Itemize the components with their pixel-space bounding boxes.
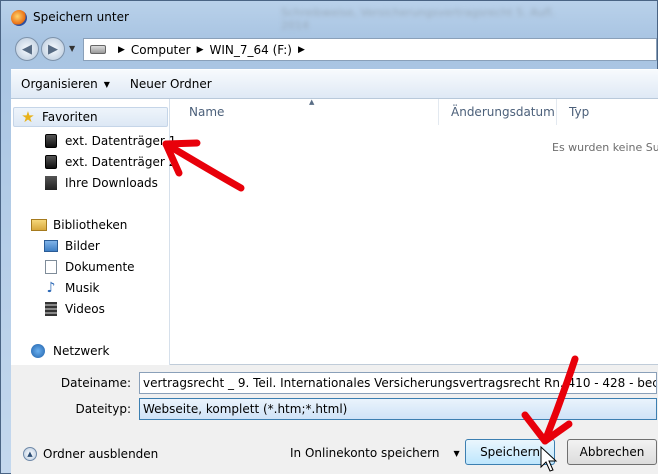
save-as-dialog: Speichern unter Schreibweise, Versicheru… (0, 0, 658, 474)
filetype-label: Dateityp: (75, 402, 131, 416)
nav-libraries-label: Bibliotheken (53, 218, 128, 232)
nav-item-label: Dokumente (65, 260, 135, 274)
organize-label: Organisieren (21, 77, 98, 91)
nav-item-videos[interactable]: Videos (43, 299, 105, 319)
new-folder-label: Neuer Ordner (129, 77, 212, 91)
nav-network[interactable]: Netzwerk (31, 341, 109, 361)
pictures-icon (44, 240, 58, 252)
nav-item-downloads[interactable]: Ihre Downloads (43, 173, 158, 193)
column-header-label: Name (189, 105, 225, 119)
external-drive-icon (45, 134, 57, 148)
save-form: Dateiname: vertragsrecht _ 9. Teil. Inte… (11, 365, 658, 429)
back-button[interactable]: ◀ (15, 37, 39, 61)
network-icon (31, 344, 45, 358)
nav-item-ext-drive-1[interactable]: ext. Datenträger 1 (43, 131, 176, 151)
column-header-date[interactable]: Änderungsdatum (439, 99, 557, 125)
nav-item-label: Bilder (65, 239, 100, 253)
online-save-label: In Onlinekonto speichern (290, 446, 440, 460)
hide-folders-button[interactable]: ▲ Ordner ausblenden (23, 447, 158, 461)
column-header-type[interactable]: Typ (557, 99, 658, 125)
breadcrumb-computer[interactable]: Computer (131, 43, 191, 57)
downloads-icon (45, 176, 57, 190)
title-bar[interactable]: Speichern unter Schreibweise, Versicheru… (1, 1, 658, 35)
new-folder-button[interactable]: Neuer Ordner (120, 77, 222, 91)
column-header-name[interactable]: Name (171, 99, 439, 125)
nav-item-pictures[interactable]: Bilder (43, 236, 100, 256)
videos-icon (45, 302, 57, 316)
nav-item-music[interactable]: ♪ Musik (43, 278, 100, 298)
nav-item-documents[interactable]: Dokumente (43, 257, 135, 277)
blurred-background-title: Schreibweise, Versicherungsvertragsrecht… (281, 6, 555, 32)
computer-drive-icon (90, 45, 106, 54)
nav-item-label: Ihre Downloads (65, 176, 158, 190)
filename-label: Dateiname: (60, 376, 131, 390)
navigation-pane[interactable]: ★ Favoriten ext. Datenträger 1 ext. Date… (11, 99, 176, 365)
breadcrumb-separator-icon[interactable]: ▶ (118, 45, 125, 55)
arrow-left-icon: ◀ (22, 41, 32, 57)
arrow-right-icon: ▶ (48, 41, 58, 57)
nav-item-label: ext. Datenträger 2 (65, 155, 177, 169)
filetype-select[interactable]: Webseite, komplett (*.htm;*.html) (139, 398, 657, 420)
breadcrumb-drive[interactable]: WIN_7_64 (F:) (210, 43, 292, 57)
breadcrumb-separator-icon[interactable]: ▶ (298, 45, 305, 55)
file-list[interactable]: ▲ Name Änderungsdatum Typ Es wurden kein… (171, 99, 658, 365)
command-toolbar: Organisieren ▼ Neuer Ordner (11, 69, 658, 99)
nav-network-label: Netzwerk (53, 344, 110, 358)
library-icon (31, 219, 47, 231)
history-dropdown-icon[interactable]: ▼ (69, 44, 75, 53)
nav-favorites-label: Favoriten (42, 110, 98, 124)
chevron-up-icon: ▲ (23, 447, 37, 461)
forward-button[interactable]: ▶ (41, 37, 65, 61)
cancel-button-label: Abbrechen (579, 445, 645, 459)
browser-area: ★ Favoriten ext. Datenträger 1 ext. Date… (11, 99, 658, 365)
nav-item-label: ext. Datenträger 1 (65, 134, 177, 148)
hide-folders-label: Ordner ausblenden (43, 447, 159, 461)
filetype-value: Webseite, komplett (*.htm;*.html) (143, 402, 348, 416)
firefox-icon (11, 10, 27, 26)
external-drive-icon (45, 155, 57, 169)
cancel-button[interactable]: Abbrechen (567, 439, 657, 465)
column-header-label: Änderungsdatum (451, 105, 555, 119)
star-icon: ★ (21, 108, 35, 126)
navigation-bar: ◀ ▶ ▼ ▶ Computer ▶ WIN_7_64 (F:) ▶ (7, 35, 657, 65)
column-header-label: Typ (569, 105, 590, 119)
organize-button[interactable]: Organisieren ▼ (11, 77, 120, 91)
nav-item-label: Videos (65, 302, 105, 316)
breadcrumb-separator-icon[interactable]: ▶ (197, 45, 204, 55)
window-title: Speichern unter (33, 10, 129, 24)
chevron-down-icon: ▼ (453, 448, 460, 458)
dialog-footer: ▲ Ordner ausblenden In Onlinekonto speic… (11, 429, 658, 474)
nav-item-label: Musik (65, 281, 100, 295)
filename-input[interactable]: vertragsrecht _ 9. Teil. Internationales… (139, 372, 657, 394)
nav-favorites[interactable]: ★ Favoriten (13, 107, 168, 127)
nav-item-ext-drive-2[interactable]: ext. Datenträger 2 (43, 152, 176, 172)
save-button[interactable]: Speichern (465, 439, 555, 465)
filename-value: vertragsrecht _ 9. Teil. Internationales… (143, 376, 657, 390)
address-bar[interactable]: ▶ Computer ▶ WIN_7_64 (F:) ▶ (83, 38, 657, 61)
nav-libraries[interactable]: Bibliotheken (31, 215, 127, 235)
save-button-label: Speichern (480, 445, 540, 459)
chevron-down-icon: ▼ (103, 79, 110, 89)
online-save-dropdown[interactable]: In Onlinekonto speichern ▼ (290, 446, 460, 460)
documents-icon (45, 260, 57, 274)
music-icon: ♪ (46, 280, 56, 296)
empty-folder-message: Es wurden keine Suc (552, 141, 658, 154)
